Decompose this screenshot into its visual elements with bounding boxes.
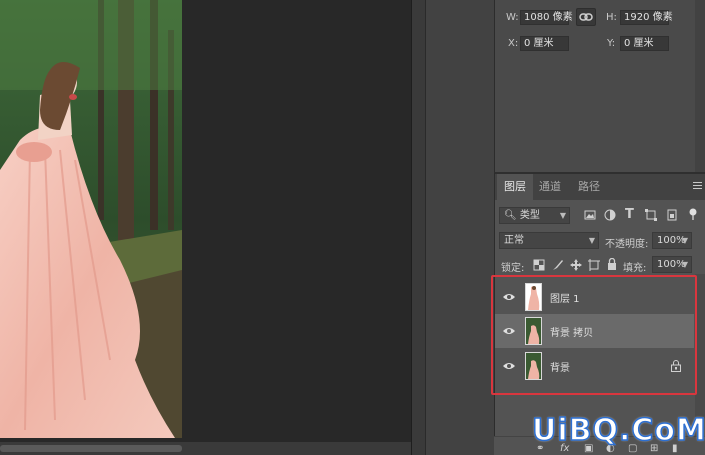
y-position-field[interactable]: 0 厘米 <box>620 36 669 51</box>
lock-position-icon[interactable] <box>570 259 582 271</box>
panel-divider <box>411 0 425 455</box>
document-canvas[interactable] <box>0 0 411 455</box>
lock-all-icon[interactable] <box>606 258 618 270</box>
canvas-horizontal-scrollbar[interactable] <box>0 442 411 455</box>
blend-mode-value: 正常 <box>504 235 524 246</box>
chevron-down-icon: ▼ <box>559 211 566 220</box>
fill-field[interactable]: 100% ▼ <box>652 256 692 273</box>
photo-image <box>0 0 182 438</box>
collapsed-panel-dock <box>425 0 494 455</box>
opacity-field[interactable]: 100% ▼ <box>652 232 692 249</box>
x-label: X: <box>508 38 519 49</box>
tab-layers[interactable]: 图层 <box>497 174 533 200</box>
lock-label: 锁定: <box>501 263 525 274</box>
properties-scrollbar[interactable] <box>695 0 705 172</box>
width-label: W: <box>506 12 519 23</box>
x-position-field[interactable]: 0 厘米 <box>520 36 569 51</box>
blend-mode-dropdown[interactable]: 正常 ▼ <box>499 232 599 249</box>
tab-paths[interactable]: 路径 <box>571 174 607 200</box>
layer-filter-dropdown[interactable]: 🔍︎ 类型 ▼ <box>499 207 570 224</box>
canvas-photo[interactable] <box>0 0 182 438</box>
y-label: Y: <box>607 38 616 49</box>
panel-menu-icon[interactable] <box>693 182 702 191</box>
opacity-label: 不透明度: <box>605 239 649 250</box>
properties-panel <box>494 0 705 172</box>
chevron-down-icon: ▼ <box>588 236 595 245</box>
filter-toggle-icon[interactable] <box>687 208 699 220</box>
lock-artboard-icon[interactable] <box>588 259 600 271</box>
height-field[interactable]: 1920 像素 <box>620 10 673 25</box>
link-dimensions-button[interactable] <box>576 8 596 26</box>
filter-pixel-icon[interactable] <box>584 209 596 221</box>
chevron-down-icon: ▼ <box>681 236 688 245</box>
filter-type-icon[interactable]: T <box>625 207 634 222</box>
filter-smart-object-icon[interactable] <box>666 209 678 221</box>
lock-transparent-pixels-icon[interactable] <box>533 259 545 271</box>
filter-adjustment-icon[interactable] <box>604 209 616 221</box>
fill-label: 填充: <box>623 263 647 274</box>
lock-image-pixels-icon[interactable] <box>552 259 564 271</box>
panel-tab-bar: 图层 通道 路径 <box>495 174 705 200</box>
filter-shape-icon[interactable] <box>645 209 657 221</box>
chevron-down-icon: ▼ <box>681 260 688 269</box>
height-label: H: <box>606 12 617 23</box>
tab-channels[interactable]: 通道 <box>532 174 568 200</box>
chain-link-icon <box>579 13 593 21</box>
width-field[interactable]: 1080 像素 <box>520 10 573 25</box>
watermark-logo: UiBQ.CoM <box>531 412 705 449</box>
filter-kind-label: 类型 <box>519 210 540 221</box>
annotation-highlight-box <box>491 275 697 395</box>
search-icon: 🔍︎ <box>504 210 517 221</box>
